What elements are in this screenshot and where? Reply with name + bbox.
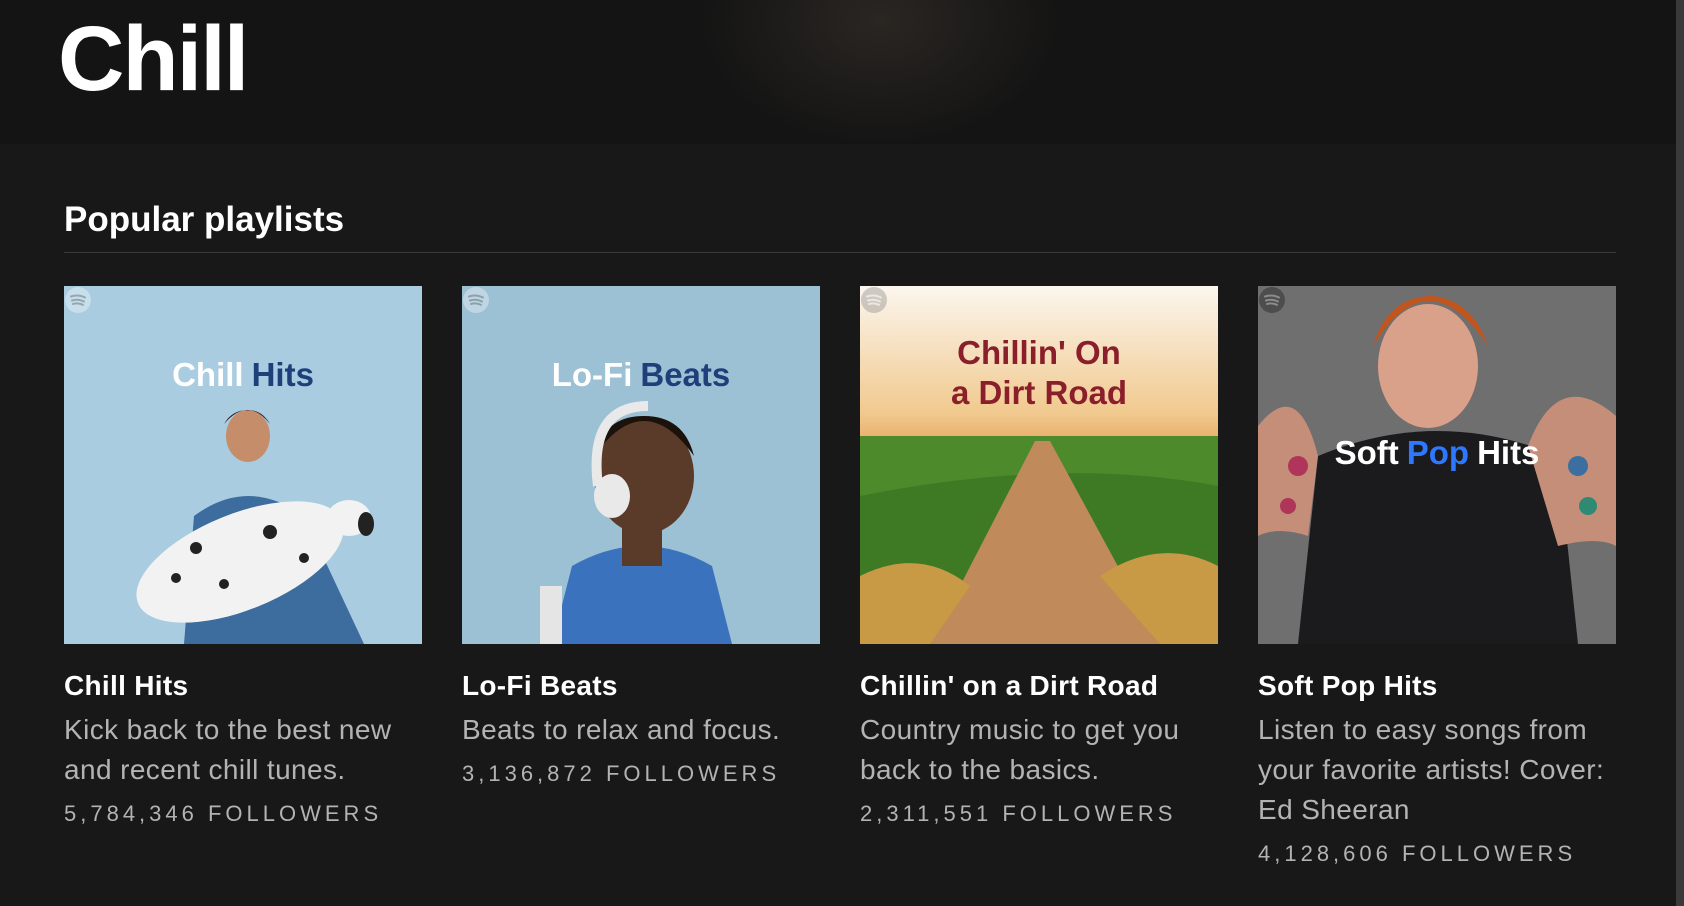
playlist-followers: 4,128,606 FOLLOWERS: [1258, 841, 1577, 866]
playlist-cover[interactable]: Chillin' On a Dirt Road: [860, 286, 1218, 644]
cover-art: Soft Pop Hits: [1258, 286, 1616, 644]
playlist-card[interactable]: Chill Hits Chill Hits Kick back to the be…: [64, 286, 422, 834]
cover-art: Lo-Fi Beats: [462, 286, 820, 644]
cover-art: Chill Hits: [64, 286, 422, 644]
playlist-description: Beats to relax and focus.: [462, 714, 781, 745]
playlist-title[interactable]: Chill Hits: [64, 666, 422, 706]
playlist-title[interactable]: Lo-Fi Beats: [462, 666, 820, 706]
playlist-followers: 5,784,346 FOLLOWERS: [64, 801, 383, 826]
playlist-followers: 2,311,551 FOLLOWERS: [860, 801, 1177, 826]
page-title: Chill: [58, 8, 249, 110]
section-divider: [64, 252, 1616, 253]
spotify-logo-icon: [861, 287, 887, 313]
page-header: Chill: [0, 0, 1684, 144]
cover-title: Chillin' On: [957, 334, 1121, 371]
playlist-followers: 3,136,872 FOLLOWERS: [462, 761, 781, 786]
section-title: Popular playlists: [64, 200, 345, 239]
cover-title: Lo-Fi Beats: [552, 356, 731, 393]
playlist-title[interactable]: Chillin' on a Dirt Road: [860, 666, 1218, 706]
spotify-logo-icon: [1259, 287, 1285, 313]
playlist-card[interactable]: Lo-Fi Beats Lo-Fi Beats Beats to relax an…: [462, 286, 820, 794]
playlist-cover[interactable]: Chill Hits: [64, 286, 422, 644]
playlist-description: Listen to easy songs from your favorite …: [1258, 714, 1605, 825]
playlist-cover[interactable]: Soft Pop Hits: [1258, 286, 1616, 644]
playlist-cover[interactable]: Lo-Fi Beats: [462, 286, 820, 644]
cover-title: Chill Hits: [172, 356, 314, 393]
scrollbar[interactable]: [1676, 0, 1684, 906]
spotify-logo-icon: [463, 287, 489, 313]
playlist-description: Country music to get you back to the bas…: [860, 714, 1180, 785]
playlist-card[interactable]: Chillin' On a Dirt Road Chillin' on a Di…: [860, 286, 1218, 834]
cover-art: Chillin' On a Dirt Road: [860, 286, 1218, 644]
cover-title-line2: a Dirt Road: [951, 374, 1127, 411]
spotify-logo-icon: [65, 287, 91, 313]
playlist-description: Kick back to the best new and recent chi…: [64, 714, 392, 785]
cover-title: Soft Pop Hits: [1335, 434, 1540, 471]
playlist-card[interactable]: Soft Pop Hits Soft Pop Hits Listen to easy…: [1258, 286, 1616, 874]
playlist-title[interactable]: Soft Pop Hits: [1258, 666, 1616, 706]
